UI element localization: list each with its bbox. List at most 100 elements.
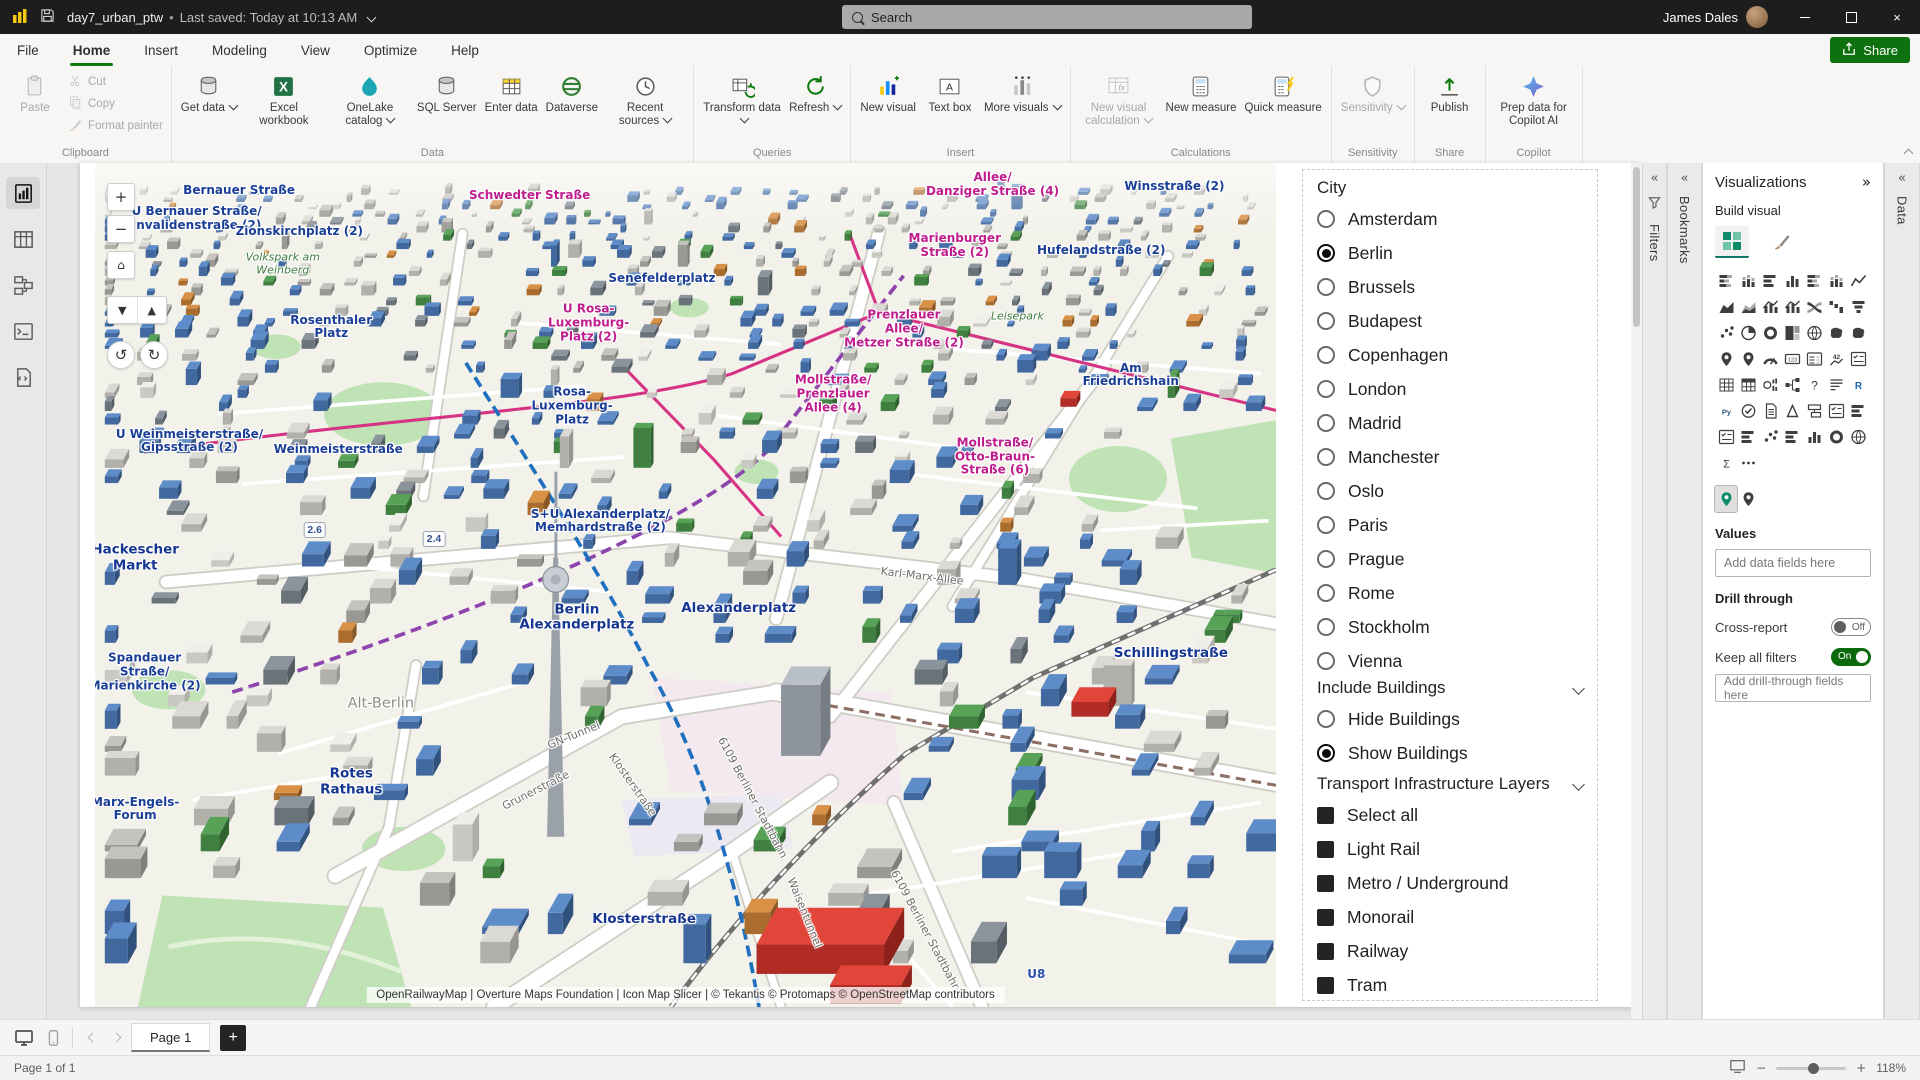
expand-bookmarks-icon[interactable]: « (1681, 171, 1689, 186)
visual-type-icon-map-selected[interactable] (1715, 486, 1737, 512)
next-page-arrow[interactable] (107, 1034, 121, 1041)
transport-option-metro-underground[interactable]: Metro / Underground (1317, 866, 1597, 900)
dataverse-button[interactable]: Dataverse (542, 69, 602, 118)
city-option-vienna[interactable]: Vienna (1317, 644, 1597, 674)
add-drill-through-well[interactable]: Add drill-through fields here (1715, 674, 1871, 702)
map-visual[interactable]: U Bernauer Straße/ Invalidenstraße (2)Be… (95, 163, 1276, 1007)
buildings-option-show-buildings[interactable]: Show Buildings (1317, 736, 1597, 770)
map-tilt-control[interactable]: ▼ ▲ (107, 296, 167, 324)
get-data-button[interactable]: Get data (177, 69, 241, 118)
visual-type-line[interactable] (1847, 268, 1869, 294)
visual-type-smart-narrative[interactable] (1825, 372, 1847, 398)
add-page-button[interactable]: + (220, 1025, 246, 1051)
text-box-button[interactable]: AText box (920, 69, 980, 118)
format-visual-tab[interactable] (1765, 226, 1799, 256)
close-button[interactable]: × (1874, 0, 1920, 34)
new-measure-button[interactable]: New measure (1162, 69, 1241, 118)
enter-data-button[interactable]: Enter data (481, 69, 542, 118)
zoom-slider-thumb[interactable] (1808, 1063, 1819, 1074)
city-option-manchester[interactable]: Manchester (1317, 440, 1597, 474)
visual-type-stacked-bar[interactable] (1715, 268, 1737, 294)
visual-type-100-stacked-bar[interactable] (1803, 268, 1825, 294)
tab-file[interactable]: File (0, 34, 56, 66)
zoom-in-icon[interactable]: + (1856, 1061, 1866, 1075)
city-option-berlin[interactable]: Berlin (1317, 236, 1597, 270)
city-option-oslo[interactable]: Oslo (1317, 474, 1597, 508)
maximize-button[interactable] (1828, 0, 1874, 34)
visual-type-sum[interactable]: Σ (1715, 450, 1737, 476)
map-rotate-right-button[interactable]: ↻ (140, 341, 168, 369)
transport-option-light-rail[interactable]: Light Rail (1317, 832, 1597, 866)
visual-type-stacked-area[interactable] (1737, 294, 1759, 320)
page-tab[interactable]: Page 1 (131, 1023, 210, 1052)
scrollbar-thumb[interactable] (1633, 167, 1640, 327)
visual-type-gauge[interactable] (1759, 346, 1781, 372)
visual-type-r-script[interactable]: R (1847, 372, 1869, 398)
visual-type-arcgis-map[interactable] (1737, 346, 1759, 372)
data-pane-collapsed[interactable]: « Data (1884, 163, 1920, 1019)
canvas-scrollbar[interactable] (1631, 163, 1642, 1019)
quick-measure-button[interactable]: Quick measure (1240, 69, 1325, 118)
refresh-button[interactable]: Refresh (785, 69, 845, 118)
fit-to-page-icon[interactable] (1729, 1059, 1746, 1077)
visual-type-filled-map[interactable] (1825, 320, 1847, 346)
visual-type-line-and-clustered-column[interactable] (1781, 294, 1803, 320)
visual-type-area[interactable] (1715, 294, 1737, 320)
dax-query-view-button[interactable] (6, 315, 40, 347)
city-option-paris[interactable]: Paris (1317, 508, 1597, 542)
visual-type-paginated-report[interactable] (1759, 398, 1781, 424)
visual-type-more-options[interactable] (1737, 450, 1759, 476)
zoom-out-icon[interactable]: − (1756, 1061, 1766, 1075)
excel-workbook-button[interactable]: XExcel workbook (241, 69, 327, 131)
chevron-down-icon[interactable] (1572, 778, 1585, 791)
city-option-stockholm[interactable]: Stockholm (1317, 610, 1597, 644)
share-button[interactable]: Share (1830, 37, 1910, 63)
model-view-button[interactable] (6, 269, 40, 301)
sql-server-button[interactable]: SQL Server (413, 69, 481, 118)
visual-type-pie[interactable] (1737, 320, 1759, 346)
transport-option-select-all[interactable]: Select all (1317, 798, 1597, 832)
map-zoom-out-button[interactable]: − (107, 215, 135, 243)
account-menu[interactable]: James Dales (1663, 6, 1768, 28)
visual-type-azure-map[interactable] (1715, 346, 1737, 372)
city-option-copenhagen[interactable]: Copenhagen (1317, 338, 1597, 372)
visual-type-matrix[interactable] (1737, 372, 1759, 398)
visual-type-metrics[interactable] (1737, 398, 1759, 424)
city-option-brussels[interactable]: Brussels (1317, 270, 1597, 304)
chevron-down-icon[interactable] (1572, 682, 1585, 695)
build-visual-tab[interactable] (1715, 226, 1749, 258)
visual-type-clustered-bar[interactable] (1759, 268, 1781, 294)
visual-type-funnel[interactable] (1847, 294, 1869, 320)
visual-type-radar[interactable] (1847, 424, 1869, 450)
tab-home[interactable]: Home (56, 34, 128, 66)
table-view-button[interactable] (6, 223, 40, 255)
map-reset-button[interactable]: ⌂ (107, 251, 135, 279)
publish-button[interactable]: Publish (1420, 69, 1480, 118)
visual-type-multi-row-card[interactable] (1803, 346, 1825, 372)
visual-type-timeline[interactable] (1847, 398, 1869, 424)
city-option-london[interactable]: London (1317, 372, 1597, 406)
tab-optimize[interactable]: Optimize (347, 34, 434, 66)
tab-modeling[interactable]: Modeling (195, 34, 284, 66)
onelake-catalog-button[interactable]: OneLake catalog (327, 69, 413, 131)
city-option-rome[interactable]: Rome (1317, 576, 1597, 610)
visual-type-map[interactable] (1803, 320, 1825, 346)
visual-type-qa[interactable]: ? (1803, 372, 1825, 398)
visual-type-slicer[interactable] (1847, 346, 1869, 372)
zoom-slider[interactable] (1776, 1067, 1846, 1070)
transport-option-monorail[interactable]: Monorail (1317, 900, 1597, 934)
city-option-madrid[interactable]: Madrid (1317, 406, 1597, 440)
visual-type-power-apps[interactable] (1781, 398, 1803, 424)
ribbon-collapse-chevron-icon[interactable] (1904, 149, 1914, 159)
city-option-prague[interactable]: Prague (1317, 542, 1597, 576)
transform-data-button[interactable]: Transform data (699, 69, 785, 131)
bookmarks-pane-collapsed[interactable]: « Bookmarks (1667, 163, 1702, 1019)
save-icon[interactable] (40, 8, 55, 26)
search-input[interactable]: Search (842, 5, 1252, 29)
visual-type-kpi[interactable]: 42 (1825, 346, 1847, 372)
visual-type-word-cloud[interactable] (1759, 424, 1781, 450)
visual-type-ribbon-chart[interactable] (1803, 294, 1825, 320)
previous-page-arrow[interactable] (83, 1034, 97, 1041)
report-view-button[interactable] (6, 177, 40, 209)
collapse-visualizations-icon[interactable]: » (1862, 173, 1871, 191)
